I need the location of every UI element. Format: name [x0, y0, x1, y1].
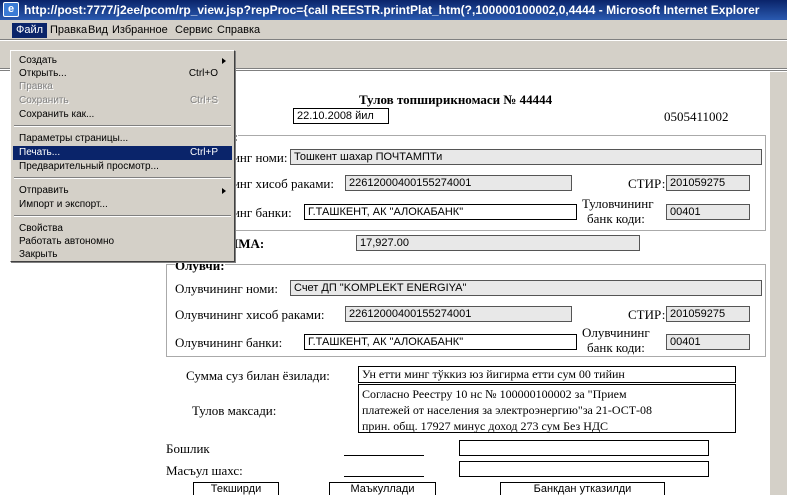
- menu-item-new[interactable]: Создать: [13, 54, 232, 68]
- purpose-line: Согласно Реестру 10 нс № 100000100002 за…: [362, 387, 627, 401]
- payer-inn-label: СТИР:: [628, 176, 666, 191]
- window-title: http://post:7777/j2ee/pcom/rp_view.jsp?r…: [24, 3, 760, 17]
- payer-bankcode-label-2: банк коди:: [587, 211, 645, 226]
- file-menu-dropdown: Создать Открыть... Ctrl+O Правка Сохранит…: [10, 50, 235, 262]
- menu-item-save-as[interactable]: Сохранить как...: [13, 108, 232, 122]
- chief-name-field[interactable]: [459, 440, 709, 456]
- purpose-line: платежей от населения за электроэнергию"…: [362, 403, 653, 417]
- receiver-name-label: Олувчининг номи:: [175, 281, 278, 296]
- doc-code: 0505411002: [664, 109, 729, 124]
- submenu-arrow-icon: [222, 58, 226, 64]
- receiver-bank-field[interactable]: Г.ТАШКЕНТ, АК "АЛОКАБАНК": [304, 334, 577, 350]
- payer-bankcode-field[interactable]: 00401: [666, 204, 750, 220]
- receiver-inn-field[interactable]: 201059275: [666, 306, 750, 322]
- responsible-signature-line: [344, 476, 424, 477]
- receiver-bank-label: Олувчининг банки:: [175, 335, 283, 350]
- menu-item-work-offline[interactable]: Работать автономно: [13, 235, 232, 249]
- doc-title: Тулов топширикномаси № 44444: [359, 92, 553, 107]
- approved-button[interactable]: Маъкуллади: [329, 482, 436, 495]
- purpose-label: Тулов максади:: [192, 403, 277, 418]
- payer-name-field[interactable]: Тошкент шахар ПОЧТАМПТи: [290, 149, 762, 165]
- chief-label: Бошлик: [166, 441, 210, 456]
- checked-button[interactable]: Текширди: [193, 482, 279, 495]
- date-field[interactable]: 22.10.2008 йил: [293, 108, 389, 124]
- menu-item-save: Сохранить Ctrl+S: [19, 95, 218, 106]
- menu-bar: Файл Правка Вид Избранное Сервис Справка: [0, 20, 787, 40]
- responsible-name-field[interactable]: [459, 461, 709, 477]
- menu-item-open[interactable]: Открыть... Ctrl+O: [13, 67, 232, 81]
- menu-separator: [14, 177, 231, 179]
- submenu-arrow-icon: [222, 188, 226, 194]
- menu-item-properties[interactable]: Свойства: [13, 222, 232, 236]
- payer-bank-field[interactable]: Г.ТАШКЕНТ, АК "АЛОКАБАНК": [304, 204, 577, 220]
- receiver-account-label: Олувчининг хисоб раками:: [175, 307, 325, 322]
- payer-bankcode-label-1: Туловчининг: [582, 196, 654, 211]
- menu-tools[interactable]: Сервис: [171, 23, 217, 38]
- receiver-account-field[interactable]: 22612000400155274001: [345, 306, 572, 322]
- menu-item-print[interactable]: Печать... Ctrl+P: [13, 146, 232, 160]
- ie-icon: e: [3, 2, 19, 17]
- receiver-bankcode-label-1: Олувчининг: [582, 325, 650, 340]
- menu-favorites[interactable]: Избранное: [108, 23, 172, 38]
- menu-separator: [14, 215, 231, 217]
- menu-item-import-export[interactable]: Импорт и экспорт...: [13, 198, 232, 212]
- sum-field[interactable]: 17,927.00: [356, 235, 640, 251]
- purpose-field[interactable]: Согласно Реестру 10 нс № 100000100002 за…: [358, 384, 736, 433]
- payer-account-label: нинг хисоб раками:: [226, 176, 334, 191]
- purpose-line: прин. общ. 17927 минус доход 273 сум Без…: [362, 419, 609, 433]
- responsible-label: Масъул шахс:: [166, 463, 243, 478]
- sum-words-field[interactable]: Ун етти минг тўккиз юз йигирма етти сум …: [358, 366, 736, 383]
- menu-item-print-preview[interactable]: Предварительный просмотр...: [13, 160, 232, 174]
- bank-transferred-button[interactable]: Банкдан утказилди: [500, 482, 665, 495]
- chief-signature-line: [344, 455, 424, 456]
- payer-name-label: нинг номи:: [226, 150, 288, 165]
- menu-separator: [14, 125, 231, 127]
- menu-item-edit: Правка: [19, 81, 53, 92]
- menu-item-page-setup[interactable]: Параметры страницы...: [13, 132, 232, 146]
- title-bar: e http://post:7777/j2ee/pcom/rp_view.jsp…: [0, 0, 787, 20]
- payer-bank-label: нинг банки:: [226, 205, 292, 220]
- payer-account-field[interactable]: 22612000400155274001: [345, 175, 572, 191]
- menu-help[interactable]: Справка: [213, 23, 264, 38]
- menu-file[interactable]: Файл: [12, 23, 48, 38]
- menu-item-close[interactable]: Закрыть: [13, 248, 232, 262]
- sum-words-label: Сумма суз билан ёзилади:: [186, 368, 330, 383]
- vertical-scrollbar[interactable]: [770, 72, 787, 495]
- receiver-bankcode-label-2: банк коди:: [587, 340, 645, 355]
- receiver-name-field[interactable]: Счет ДП "KOMPLEKT ENERGIYA": [290, 280, 762, 296]
- payer-inn-field[interactable]: 201059275: [666, 175, 750, 191]
- receiver-bankcode-field[interactable]: 00401: [666, 334, 750, 350]
- menu-item-send[interactable]: Отправить: [13, 184, 232, 198]
- receiver-inn-label: СТИР:: [628, 307, 666, 322]
